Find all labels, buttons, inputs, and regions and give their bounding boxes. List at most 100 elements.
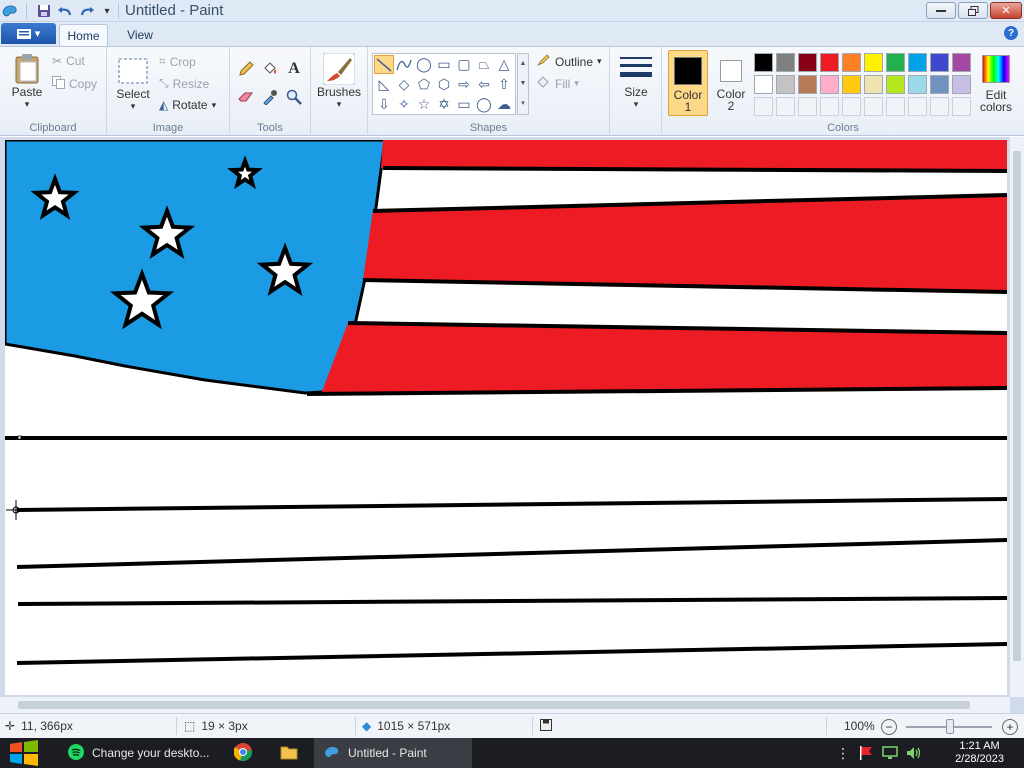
- oval-shape-icon[interactable]: ◯: [414, 55, 434, 74]
- diamond-shape-icon[interactable]: ◇: [394, 75, 414, 94]
- triangle-shape-icon[interactable]: △: [494, 55, 514, 74]
- rounded-callout-shape-icon[interactable]: ▭: [454, 95, 474, 114]
- palette-swatch[interactable]: [798, 75, 817, 94]
- palette-swatch[interactable]: [930, 75, 949, 94]
- pencil-icon[interactable]: [235, 59, 257, 79]
- shapes-scroll[interactable]: ▲ ▼ ▾: [517, 53, 529, 115]
- color2-button[interactable]: Color 2: [712, 50, 750, 116]
- palette-swatch[interactable]: [820, 53, 839, 72]
- file-menu-button[interactable]: ▾: [1, 23, 56, 44]
- fill-button[interactable]: Fill ▾: [536, 75, 579, 92]
- save-icon[interactable]: [36, 3, 52, 19]
- redo-icon[interactable]: [79, 3, 95, 19]
- resize-button[interactable]: ⤡ Resize: [159, 76, 209, 91]
- palette-swatch-empty[interactable]: [754, 97, 773, 116]
- palette-swatch[interactable]: [776, 53, 795, 72]
- edit-colors-button[interactable]: Edit colors: [974, 51, 1018, 117]
- six-point-star-shape-icon[interactable]: ✡: [434, 95, 454, 114]
- minimize-button[interactable]: [926, 2, 956, 19]
- undo-icon[interactable]: [57, 3, 73, 19]
- scroll-down-icon[interactable]: ▼: [518, 74, 528, 94]
- palette-swatch[interactable]: [908, 75, 927, 94]
- cloud-callout-shape-icon[interactable]: ☁: [494, 95, 514, 114]
- flag-notification-icon[interactable]: [858, 738, 876, 768]
- select-button[interactable]: Select ▾: [115, 55, 151, 112]
- palette-swatch[interactable]: [820, 75, 839, 94]
- right-triangle-shape-icon[interactable]: ◺: [374, 75, 394, 94]
- palette-swatch[interactable]: [842, 53, 861, 72]
- four-point-star-shape-icon[interactable]: ✧: [394, 95, 414, 114]
- text-tool-icon[interactable]: A: [283, 59, 305, 79]
- help-icon[interactable]: ?: [1004, 26, 1018, 40]
- horizontal-scrollbar[interactable]: [0, 697, 1010, 713]
- palette-swatch[interactable]: [798, 53, 817, 72]
- close-button[interactable]: ✕: [990, 2, 1022, 19]
- more-options-icon[interactable]: ⋮: [836, 738, 850, 768]
- size-button[interactable]: Size ▾: [618, 53, 654, 110]
- brushes-button[interactable]: Brushes ▾: [317, 53, 361, 110]
- zoom-in-button[interactable]: +: [1002, 719, 1018, 735]
- system-clock[interactable]: 1:21 AM 2/28/2023: [955, 740, 1004, 766]
- drawing-canvas[interactable]: [5, 140, 1007, 695]
- right-arrow-shape-icon[interactable]: ⇨: [454, 75, 474, 94]
- network-icon[interactable]: [882, 738, 900, 768]
- cut-button[interactable]: ✂ Cut: [52, 54, 85, 68]
- palette-swatch-empty[interactable]: [820, 97, 839, 116]
- palette-swatch[interactable]: [930, 53, 949, 72]
- tab-view[interactable]: View: [115, 24, 165, 46]
- rounded-rectangle-shape-icon[interactable]: ▢: [454, 55, 474, 74]
- line-shape-icon[interactable]: [374, 55, 394, 74]
- palette-swatch[interactable]: [886, 75, 905, 94]
- down-arrow-shape-icon[interactable]: ⇩: [374, 95, 394, 114]
- five-point-star-shape-icon[interactable]: ☆: [414, 95, 434, 114]
- paint-app-icon[interactable]: [2, 3, 18, 19]
- taskbar-item-chrome[interactable]: [225, 738, 261, 768]
- outline-button[interactable]: Outline ▾: [536, 53, 602, 70]
- palette-swatch[interactable]: [908, 53, 927, 72]
- palette-swatch[interactable]: [776, 75, 795, 94]
- palette-swatch-empty[interactable]: [952, 97, 971, 116]
- expand-gallery-icon[interactable]: ▾: [518, 94, 528, 114]
- palette-swatch-empty[interactable]: [864, 97, 883, 116]
- crop-button[interactable]: ⌗ Crop: [159, 54, 196, 69]
- customize-quick-access-icon[interactable]: ▾: [99, 3, 115, 19]
- oval-callout-shape-icon[interactable]: ◯: [474, 95, 494, 114]
- palette-swatch-empty[interactable]: [776, 97, 795, 116]
- eraser-icon[interactable]: [235, 87, 257, 107]
- palette-swatch[interactable]: [864, 53, 883, 72]
- palette-swatch[interactable]: [754, 75, 773, 94]
- palette-swatch[interactable]: [952, 75, 971, 94]
- rotate-button[interactable]: ◭ Rotate ▾: [159, 98, 216, 112]
- paste-button[interactable]: Paste ▾: [8, 53, 46, 110]
- palette-swatch-empty[interactable]: [908, 97, 927, 116]
- horizontal-scroll-thumb[interactable]: [18, 701, 970, 709]
- vertical-scroll-thumb[interactable]: [1013, 151, 1021, 661]
- polygon-shape-icon[interactable]: ⏢: [474, 55, 494, 74]
- left-arrow-shape-icon[interactable]: ⇦: [474, 75, 494, 94]
- taskbar-item-explorer[interactable]: [271, 738, 307, 768]
- palette-swatch[interactable]: [886, 53, 905, 72]
- rectangle-shape-icon[interactable]: ▭: [434, 55, 454, 74]
- palette-swatch-empty[interactable]: [930, 97, 949, 116]
- up-arrow-shape-icon[interactable]: ⇧: [494, 75, 514, 94]
- taskbar-item-spotify[interactable]: Change your deskto...: [62, 738, 217, 768]
- palette-swatch[interactable]: [952, 53, 971, 72]
- fill-bucket-icon[interactable]: [259, 59, 281, 79]
- tab-home[interactable]: Home: [59, 24, 108, 46]
- copy-button[interactable]: Copy: [52, 76, 97, 92]
- resize-handle[interactable]: [17, 435, 22, 440]
- color-picker-icon[interactable]: [259, 87, 281, 107]
- zoom-slider-thumb[interactable]: [946, 719, 954, 734]
- start-button[interactable]: [8, 738, 48, 768]
- hexagon-shape-icon[interactable]: ⬡: [434, 75, 454, 94]
- restore-button[interactable]: [958, 2, 988, 19]
- palette-swatch[interactable]: [754, 53, 773, 72]
- curve-shape-icon[interactable]: [394, 55, 414, 74]
- color1-button[interactable]: Color 1: [668, 50, 708, 116]
- pentagon-shape-icon[interactable]: ⬠: [414, 75, 434, 94]
- palette-swatch-empty[interactable]: [886, 97, 905, 116]
- palette-swatch[interactable]: [864, 75, 883, 94]
- taskbar-item-paint[interactable]: Untitled - Paint: [314, 738, 472, 768]
- palette-swatch-empty[interactable]: [798, 97, 817, 116]
- magnifier-icon[interactable]: [283, 87, 305, 107]
